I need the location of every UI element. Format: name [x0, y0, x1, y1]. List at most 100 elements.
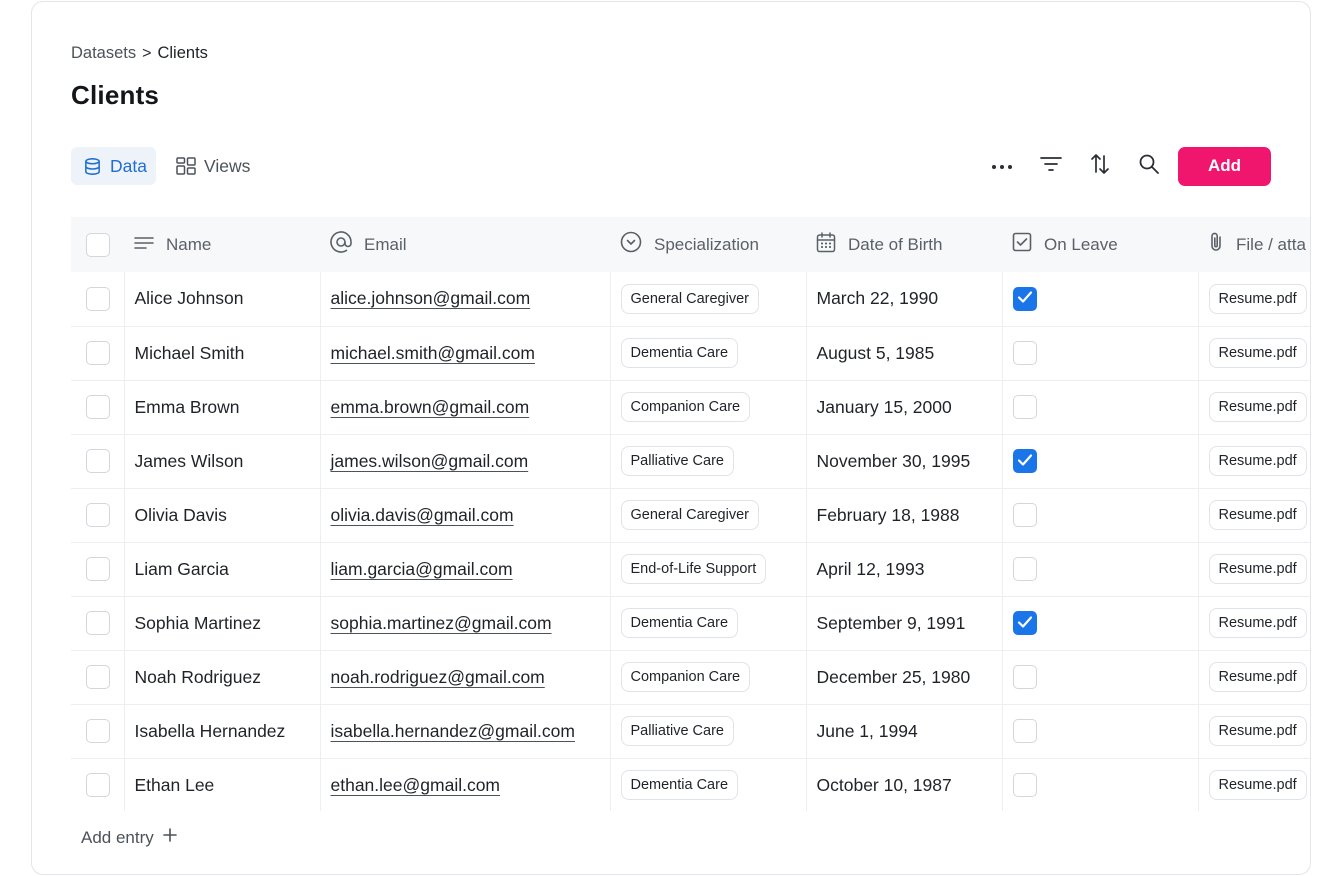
file-cell[interactable]: Resume.pdf: [1198, 326, 1310, 380]
select-all-checkbox[interactable]: [86, 232, 110, 257]
email-cell[interactable]: liam.garcia@gmail.com: [320, 542, 611, 596]
email-link[interactable]: ethan.lee@gmail.com: [331, 775, 501, 795]
email-cell[interactable]: ethan.lee@gmail.com: [320, 758, 611, 811]
email-cell[interactable]: emma.brown@gmail.com: [320, 380, 611, 434]
file-cell[interactable]: Resume.pdf: [1198, 596, 1310, 650]
on-leave-checkbox[interactable]: [1012, 665, 1037, 689]
email-link[interactable]: alice.johnson@gmail.com: [331, 288, 531, 308]
file-attachment[interactable]: Resume.pdf: [1208, 770, 1307, 800]
email-cell[interactable]: noah.rodriguez@gmail.com: [320, 650, 611, 704]
add-entry-button[interactable]: Add entry: [81, 827, 178, 848]
dob-cell[interactable]: August 5, 1985: [806, 326, 1003, 380]
file-cell[interactable]: Resume.pdf: [1198, 704, 1310, 758]
filter-button[interactable]: [1031, 146, 1071, 186]
table-row[interactable]: Liam Garcia liam.garcia@gmail.com End-of-L…: [71, 542, 1310, 596]
file-cell[interactable]: Resume.pdf: [1198, 758, 1310, 811]
on-leave-checkbox[interactable]: [1012, 557, 1037, 581]
table-row[interactable]: Michael Smith michael.smith@gmail.com Deme…: [71, 326, 1310, 380]
file-cell[interactable]: Resume.pdf: [1198, 434, 1310, 488]
name-cell[interactable]: Noah Rodriguez: [124, 650, 321, 704]
row-select-checkbox[interactable]: [86, 719, 110, 743]
email-link[interactable]: michael.smith@gmail.com: [331, 343, 535, 363]
on-leave-checkbox[interactable]: [1012, 449, 1037, 473]
email-cell[interactable]: michael.smith@gmail.com: [320, 326, 611, 380]
dob-cell[interactable]: October 10, 1987: [806, 758, 1003, 811]
name-cell[interactable]: Ethan Lee: [124, 758, 321, 811]
row-select-checkbox[interactable]: [86, 773, 110, 797]
email-link[interactable]: isabella.hernandez@gmail.com: [331, 721, 575, 741]
row-select-checkbox[interactable]: [86, 395, 110, 419]
dob-cell[interactable]: February 18, 1988: [806, 488, 1003, 542]
tab-data[interactable]: Data: [71, 147, 156, 185]
table-row[interactable]: Olivia Davis olivia.davis@gmail.com Genera…: [71, 488, 1310, 542]
row-select-checkbox[interactable]: [86, 449, 110, 473]
row-select-checkbox[interactable]: [86, 665, 110, 689]
specialization-cell[interactable]: Dementia Care: [610, 596, 807, 650]
specialization-cell[interactable]: Companion Care: [610, 380, 807, 434]
specialization-cell[interactable]: Companion Care: [610, 650, 807, 704]
file-attachment[interactable]: Resume.pdf: [1208, 283, 1307, 314]
specialization-cell[interactable]: General Caregiver: [610, 272, 807, 326]
name-cell[interactable]: Liam Garcia: [124, 542, 321, 596]
search-button[interactable]: [1129, 146, 1169, 186]
file-cell[interactable]: Resume.pdf: [1198, 272, 1310, 326]
file-attachment[interactable]: Resume.pdf: [1208, 554, 1307, 584]
name-cell[interactable]: Emma Brown: [124, 380, 321, 434]
add-button[interactable]: Add: [1178, 146, 1271, 186]
name-cell[interactable]: James Wilson: [124, 434, 321, 488]
dob-cell[interactable]: December 25, 1980: [806, 650, 1003, 704]
column-header-on-leave[interactable]: On Leave: [1002, 217, 1198, 272]
on-leave-checkbox[interactable]: [1012, 286, 1037, 311]
file-attachment[interactable]: Resume.pdf: [1208, 338, 1307, 368]
table-row[interactable]: Emma Brown emma.brown@gmail.com Companion …: [71, 380, 1310, 434]
on-leave-checkbox[interactable]: [1012, 611, 1037, 635]
file-cell[interactable]: Resume.pdf: [1198, 380, 1310, 434]
email-link[interactable]: olivia.davis@gmail.com: [331, 505, 514, 525]
specialization-cell[interactable]: Dementia Care: [610, 758, 807, 811]
table-row[interactable]: Ethan Lee ethan.lee@gmail.com Dementia Car…: [71, 758, 1310, 811]
table-row[interactable]: Isabella Hernandez isabella.hernandez@gma…: [71, 704, 1310, 758]
table-row[interactable]: Noah Rodriguez noah.rodriguez@gmail.com Co…: [71, 650, 1310, 704]
file-attachment[interactable]: Resume.pdf: [1208, 716, 1307, 746]
specialization-cell[interactable]: General Caregiver: [610, 488, 807, 542]
name-cell[interactable]: Sophia Martinez: [124, 596, 321, 650]
email-cell[interactable]: olivia.davis@gmail.com: [320, 488, 611, 542]
row-select-checkbox[interactable]: [86, 503, 110, 527]
file-attachment[interactable]: Resume.pdf: [1208, 392, 1307, 422]
column-header-email[interactable]: Email: [320, 217, 610, 272]
on-leave-checkbox[interactable]: [1012, 503, 1037, 527]
email-cell[interactable]: james.wilson@gmail.com: [320, 434, 611, 488]
on-leave-checkbox[interactable]: [1012, 773, 1037, 797]
file-cell[interactable]: Resume.pdf: [1198, 542, 1310, 596]
sort-button[interactable]: [1080, 146, 1120, 186]
column-header-date-of-birth[interactable]: Date of Birth: [806, 217, 1002, 272]
row-select-checkbox[interactable]: [86, 557, 110, 581]
email-cell[interactable]: alice.johnson@gmail.com: [320, 272, 611, 326]
row-select-checkbox[interactable]: [86, 341, 110, 365]
email-link[interactable]: james.wilson@gmail.com: [331, 451, 529, 471]
file-attachment[interactable]: Resume.pdf: [1208, 662, 1307, 692]
email-link[interactable]: liam.garcia@gmail.com: [331, 559, 513, 579]
table-row[interactable]: Sophia Martinez sophia.martinez@gmail.com…: [71, 596, 1310, 650]
table-row[interactable]: James Wilson james.wilson@gmail.com Pallia…: [71, 434, 1310, 488]
specialization-cell[interactable]: Palliative Care: [610, 434, 807, 488]
file-attachment[interactable]: Resume.pdf: [1208, 608, 1307, 638]
tab-views[interactable]: Views: [164, 147, 259, 185]
name-cell[interactable]: Alice Johnson: [124, 272, 321, 326]
specialization-cell[interactable]: Palliative Care: [610, 704, 807, 758]
dob-cell[interactable]: September 9, 1991: [806, 596, 1003, 650]
more-button[interactable]: [982, 146, 1022, 186]
dob-cell[interactable]: June 1, 1994: [806, 704, 1003, 758]
email-link[interactable]: emma.brown@gmail.com: [331, 397, 530, 417]
specialization-cell[interactable]: Dementia Care: [610, 326, 807, 380]
row-select-checkbox[interactable]: [86, 286, 110, 311]
dob-cell[interactable]: April 12, 1993: [806, 542, 1003, 596]
row-select-checkbox[interactable]: [86, 611, 110, 635]
name-cell[interactable]: Isabella Hernandez: [124, 704, 321, 758]
specialization-cell[interactable]: End-of-Life Support: [610, 542, 807, 596]
column-header-file[interactable]: File / atta: [1198, 217, 1310, 272]
email-cell[interactable]: sophia.martinez@gmail.com: [320, 596, 611, 650]
file-attachment[interactable]: Resume.pdf: [1208, 500, 1307, 530]
email-link[interactable]: noah.rodriguez@gmail.com: [331, 667, 545, 687]
file-cell[interactable]: Resume.pdf: [1198, 650, 1310, 704]
